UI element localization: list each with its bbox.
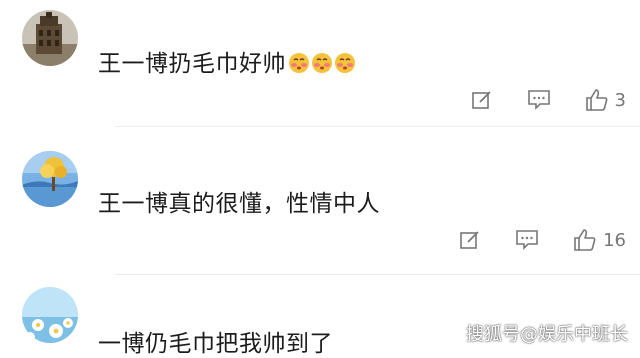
avatar[interactable] [22, 10, 78, 66]
comment-text-content: 一博仍毛巾把我帅到了 [98, 331, 333, 357]
reply-button[interactable] [527, 89, 551, 111]
share-button[interactable] [471, 89, 493, 111]
comment-actions: 3 [437, 85, 626, 115]
comment-text: 一博仍毛巾把我帅到了 [98, 324, 333, 358]
comment-item: 王一博扔毛巾好帅 3 [0, 0, 640, 118]
reply-button[interactable] [515, 229, 539, 251]
watermark: 搜狐号@娱乐中班长 [466, 324, 628, 345]
comment-text: 王一博真的很懂，性情中人 [98, 184, 380, 218]
blushing-face-icon [335, 53, 355, 73]
edit-icon [471, 91, 491, 109]
emoji-group [288, 52, 357, 80]
comment-icon [527, 90, 550, 110]
thumbs-up-icon [585, 89, 607, 111]
comment-item: 王一博真的很懂，性情中人 16 [0, 127, 640, 277]
like-button[interactable]: 3 [585, 88, 626, 112]
comment-icon [516, 230, 538, 250]
comment-actions: 16 [425, 225, 626, 255]
share-button[interactable] [459, 229, 481, 251]
edit-icon [460, 231, 479, 249]
like-count: 3 [614, 89, 626, 111]
blushing-face-icon [312, 53, 332, 73]
blushing-face-icon [289, 53, 309, 73]
comment-text: 王一博扔毛巾好帅 [98, 44, 357, 80]
like-count: 16 [603, 229, 626, 251]
comment-text-content: 王一博真的很懂，性情中人 [98, 191, 380, 217]
thumbs-up-icon [574, 229, 596, 251]
comment-text-content: 王一博扔毛巾好帅 [98, 51, 286, 77]
avatar[interactable] [22, 151, 78, 207]
like-button[interactable]: 16 [573, 228, 626, 252]
avatar[interactable] [22, 287, 78, 343]
